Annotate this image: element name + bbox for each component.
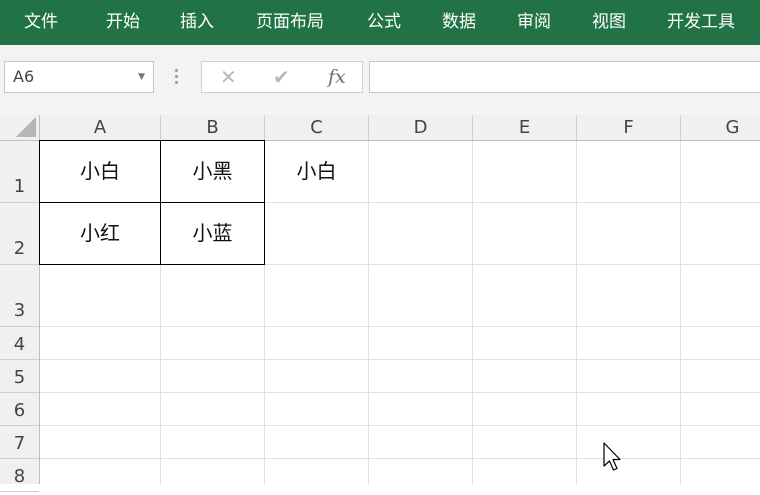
column-header-d[interactable]: D: [369, 115, 473, 140]
mouse-pointer-icon: [603, 442, 621, 471]
name-box[interactable]: A6 ▼: [4, 61, 154, 93]
column-header-g[interactable]: G: [681, 115, 760, 140]
tab-formulas[interactable]: 公式: [367, 0, 401, 45]
row-header-8[interactable]: 8: [0, 459, 39, 492]
formula-input[interactable]: [369, 61, 760, 93]
formula-buttons: ✕ ✔ fx: [201, 61, 363, 93]
row-header-1[interactable]: 1: [0, 141, 39, 203]
gridline: [40, 359, 760, 360]
name-box-value: A6: [13, 67, 35, 86]
tab-home[interactable]: 开始: [106, 0, 140, 45]
select-all-triangle-icon[interactable]: [16, 117, 36, 137]
formula-bar: A6 ▼ ✕ ✔ fx: [0, 45, 760, 115]
gridline: [368, 141, 369, 484]
tab-data[interactable]: 数据: [442, 0, 476, 45]
tab-view[interactable]: 视图: [592, 0, 626, 45]
column-header-f[interactable]: F: [577, 115, 681, 140]
cell-b1[interactable]: 小黑: [161, 141, 264, 202]
chevron-down-icon[interactable]: ▼: [138, 62, 145, 92]
row-header-6[interactable]: 6: [0, 393, 39, 426]
tab-page-layout[interactable]: 页面布局: [256, 0, 324, 45]
row-header-bar: 1 2 3 4 5 6 7 8: [0, 141, 40, 492]
gridline: [472, 141, 473, 484]
cell-a2[interactable]: 小红: [40, 203, 160, 264]
gridline: [680, 141, 681, 484]
row-header-7[interactable]: 7: [0, 426, 39, 459]
cell-a1[interactable]: 小白: [40, 141, 160, 202]
cell-b2[interactable]: 小蓝: [161, 203, 264, 264]
ribbon-tab-bar: 文件 开始 插入 页面布局 公式 数据 审阅 视图 开发工具: [0, 0, 760, 45]
tab-file[interactable]: 文件: [24, 0, 58, 45]
check-icon[interactable]: ✔: [273, 62, 290, 92]
gridline: [40, 326, 760, 327]
gridline: [40, 425, 760, 426]
column-header-b[interactable]: B: [161, 115, 265, 140]
gridline: [40, 458, 760, 459]
gridline: [576, 141, 577, 484]
row-header-4[interactable]: 4: [0, 327, 39, 360]
cell-c1[interactable]: 小白: [265, 141, 368, 202]
column-header-c[interactable]: C: [265, 115, 369, 140]
row-header-3[interactable]: 3: [0, 265, 39, 327]
tab-review[interactable]: 审阅: [517, 0, 551, 45]
row-header-2[interactable]: 2: [0, 203, 39, 265]
column-header-a[interactable]: A: [40, 115, 161, 140]
gridline: [40, 392, 760, 393]
close-icon[interactable]: ✕: [220, 62, 237, 92]
tab-developer[interactable]: 开发工具: [667, 0, 735, 45]
column-header-bar: A B C D E F G: [0, 115, 760, 141]
tab-insert[interactable]: 插入: [180, 0, 214, 45]
insert-function-button[interactable]: fx: [328, 62, 346, 92]
column-header-e[interactable]: E: [473, 115, 577, 140]
drag-handle-icon[interactable]: [175, 69, 179, 85]
row-header-5[interactable]: 5: [0, 360, 39, 393]
